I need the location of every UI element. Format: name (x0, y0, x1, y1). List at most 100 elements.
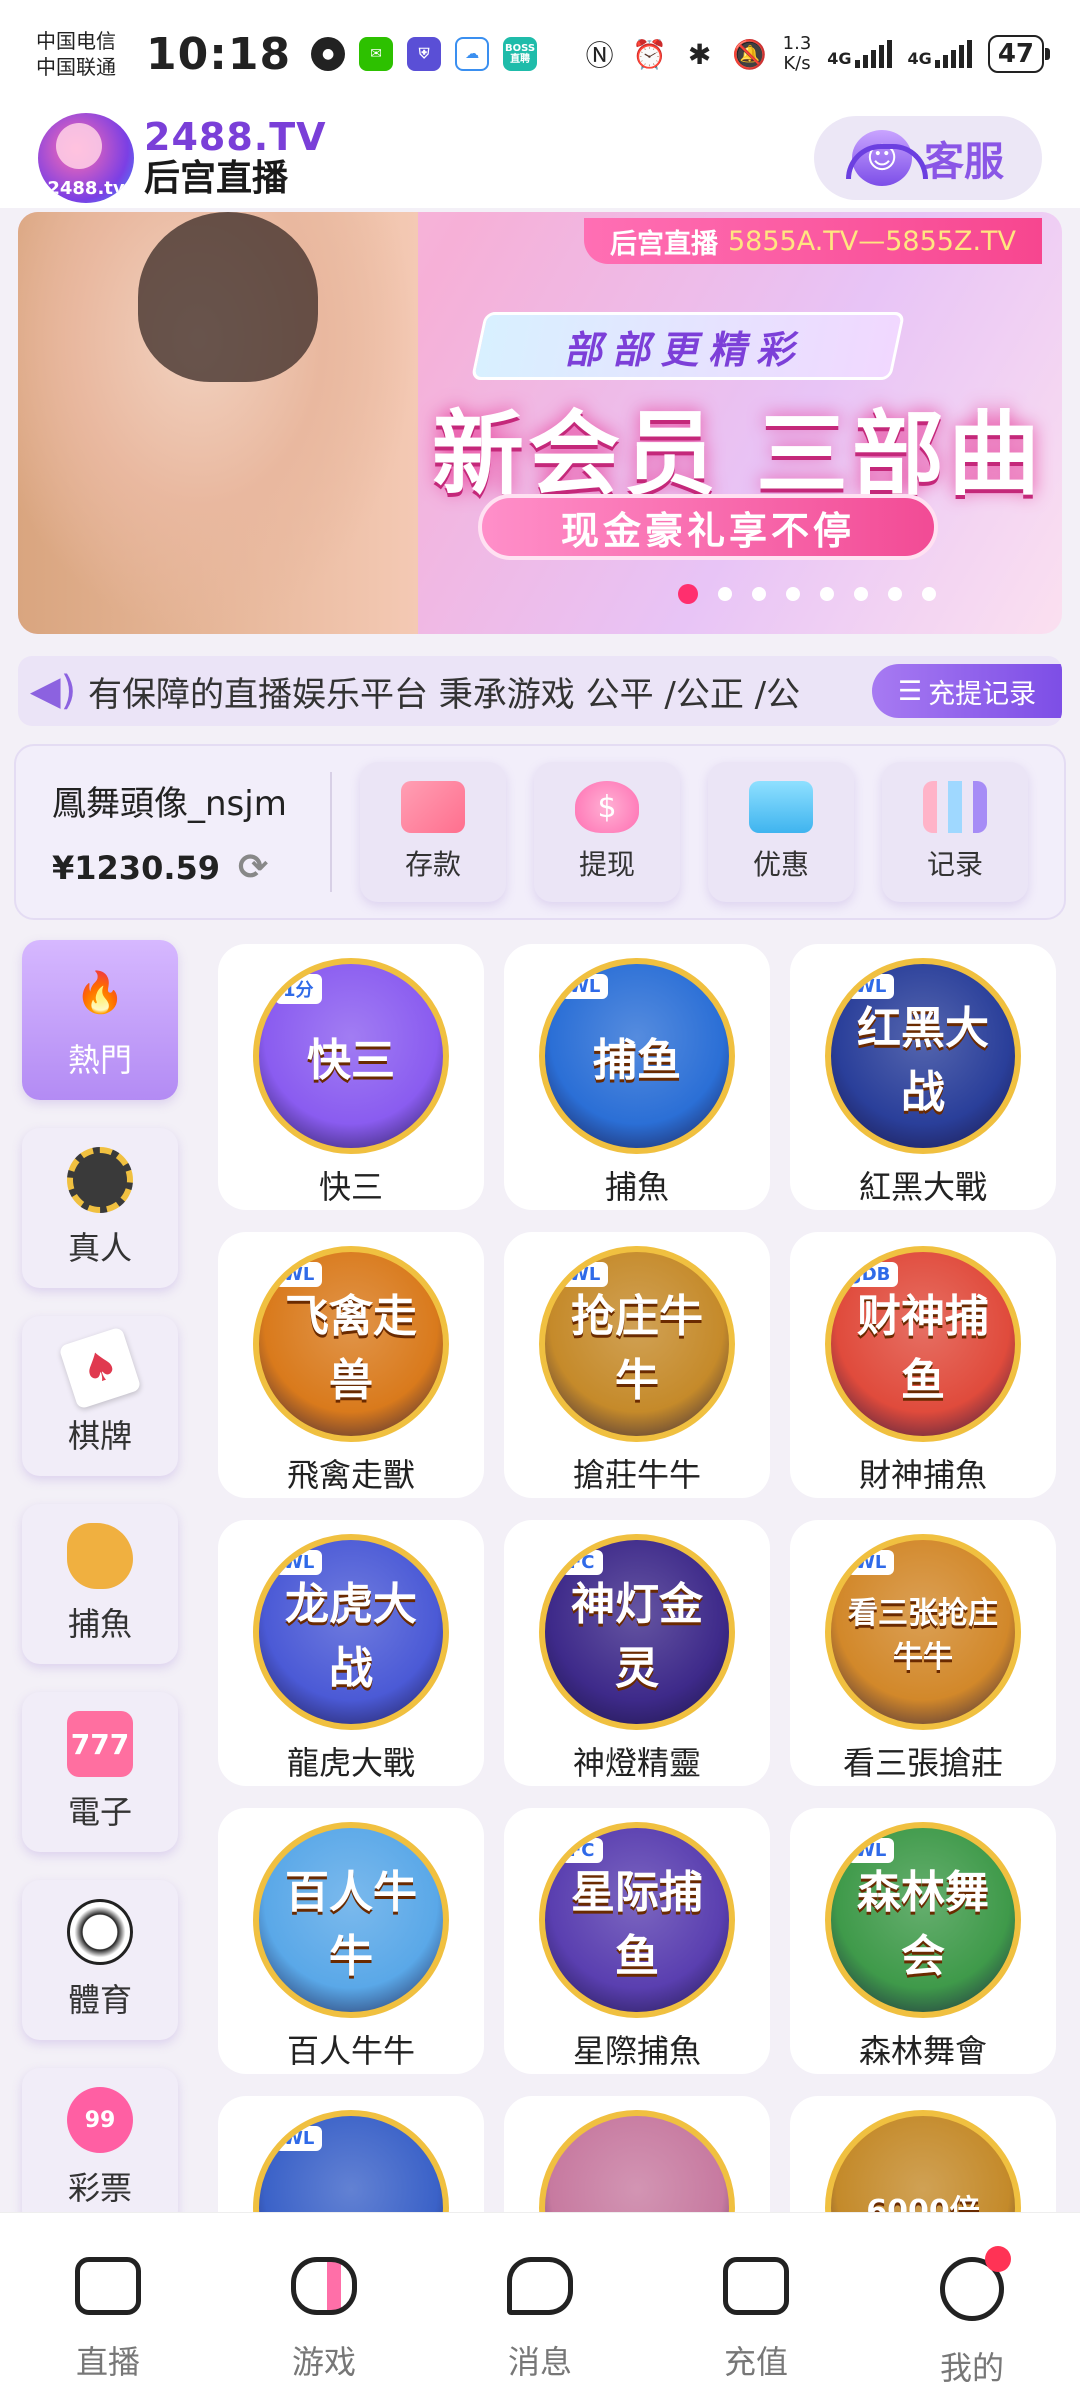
nav-label: 充值 (723, 2343, 788, 2381)
game-name: 神燈精靈 (572, 1744, 701, 1782)
wechat-icon: ✉ (359, 37, 394, 71)
game-icon: WL 森林舞会 (825, 1822, 1021, 2018)
carrier-names: 中国电信 中国联通 (36, 28, 136, 80)
deposit-button[interactable]: 存款 (360, 762, 506, 902)
nav-profile[interactable]: 我的 (864, 2213, 1080, 2400)
banner-dot[interactable] (922, 587, 936, 601)
game-art-text: 捕鱼 (593, 1035, 681, 1086)
money-bag-icon: $ (575, 781, 639, 833)
game-name: 星際捕魚 (572, 2032, 701, 2070)
provider-tag: WL (275, 1550, 323, 1575)
game-icon: 1分 快三 (253, 958, 449, 1154)
category-live[interactable]: 真人 (22, 1128, 178, 1288)
game-tile[interactable]: WL 龙虎大战 龍虎大戰 (218, 1520, 484, 1786)
status-bar: 中国电信 中国联通 10:18 ● ✉ ⛨ ☁ BOSS直聘 Ⓝ ⏰ ✱ 🔕 1… (0, 0, 1080, 108)
game-art-text: 飞禽走兽 (285, 1291, 417, 1406)
banner-url-prefix: 后宫直播 (609, 228, 718, 260)
nav-label: 游戏 (291, 2343, 356, 2381)
banner-dot[interactable] (888, 587, 902, 601)
category-fishing[interactable]: 捕魚 (22, 1504, 178, 1664)
wallet-panel: 鳳舞頭像_nsjm ¥1230.59 ⟳ 存款 $ 提现 优惠 记录 (14, 744, 1066, 920)
game-art-text: 百人牛牛 (285, 1867, 417, 1982)
banner-model-image (18, 212, 418, 634)
announcement-bar[interactable]: ◀) 有保障的直播娱乐平台 秉承游戏 公平 /公正 /公 ☰ 充提记录 (18, 656, 1062, 726)
provider-tag: JDB (847, 1262, 899, 1287)
battery-level: 47 (997, 39, 1034, 69)
banner-dot[interactable] (718, 587, 732, 601)
game-name: 快三 (318, 1168, 383, 1206)
game-tile[interactable]: WL 抢庄牛牛 搶莊牛牛 (504, 1232, 770, 1498)
nav-live[interactable]: 直播 (0, 2213, 216, 2400)
category-label: 棋牌 (67, 1417, 132, 1455)
game-art-text: 红黑大战 (857, 1003, 989, 1118)
nav-messages[interactable]: 消息 (432, 2213, 648, 2400)
records-button[interactable]: 记录 (882, 762, 1028, 902)
speaker-icon: ◀) (29, 668, 77, 714)
wallet-icon (723, 2257, 789, 2315)
banner-pagination[interactable] (678, 584, 936, 604)
category-cards[interactable]: ♠ 棋牌 (22, 1316, 178, 1476)
game-tile[interactable]: WL 森林舞会 森林舞會 (790, 1808, 1056, 2074)
provider-tag: 1分 (275, 974, 322, 1004)
game-tile[interactable]: FC 神灯金灵 神燈精靈 (504, 1520, 770, 1786)
banner-dot[interactable] (786, 587, 800, 601)
category-hot[interactable]: 🔥 熱門 (22, 940, 178, 1100)
system-status-icons: Ⓝ ⏰ ✱ 🔕 1.3 K/s 4G 4G 47 (583, 34, 1051, 74)
promo-button[interactable]: 优惠 (708, 762, 854, 902)
alarm-off-icon: ⏰ (632, 37, 668, 71)
withdraw-button[interactable]: $ 提现 (534, 762, 680, 902)
banner-dot[interactable] (854, 587, 868, 601)
logo-badge-text: 2488.tv (47, 178, 125, 199)
cloud-chat-icon: ☁ (455, 37, 490, 71)
game-tile[interactable]: WL 看三张抢庄牛牛 看三張搶莊 (790, 1520, 1056, 1786)
bluetooth-icon: ✱ (687, 37, 712, 71)
battery-icon: 47 (987, 35, 1051, 73)
category-lottery[interactable]: 99 彩票 (22, 2068, 178, 2228)
flame-icon: 🔥 (75, 969, 125, 1016)
game-tile[interactable]: 百人牛牛 百人牛牛 (218, 1808, 484, 2074)
game-art-text: 抢庄牛牛 (571, 1291, 703, 1406)
game-name: 財神捕魚 (858, 1456, 987, 1494)
customer-service-button[interactable]: ☺ 客服 (814, 116, 1042, 200)
promo-banner[interactable]: 后宫直播 5855A.TV—5855Z.TV 部部更精彩 新会员 三部曲 现金豪… (18, 212, 1062, 634)
category-slots[interactable]: 777 電子 (22, 1692, 178, 1852)
withdraw-label: 提现 (578, 848, 635, 881)
game-icon: WL 红黑大战 (825, 958, 1021, 1154)
mute-icon: 🔕 (732, 37, 768, 71)
net-speed-value: 1.3 (782, 33, 812, 54)
nav-label: 消息 (507, 2343, 572, 2381)
game-tile[interactable]: WL 捕鱼 捕魚 (504, 944, 770, 1210)
category-label: 彩票 (67, 2169, 132, 2207)
banner-dot[interactable] (820, 587, 834, 601)
list-icon: ☰ (897, 675, 923, 707)
game-tile[interactable]: JDB 财神捕鱼 財神捕魚 (790, 1232, 1056, 1498)
deposit-withdraw-record-button[interactable]: ☰ 充提记录 (872, 664, 1062, 718)
nfc-icon: Ⓝ (585, 39, 614, 72)
nav-label: 我的 (939, 2349, 1004, 2387)
game-art-text: 看三张抢庄牛牛 (848, 1596, 998, 1675)
net-type-2: 4G (907, 49, 932, 68)
logo-domain: 2488.TV (144, 115, 327, 159)
game-name: 飛禽走獸 (286, 1456, 415, 1494)
nav-games[interactable]: 游戏 (216, 2213, 432, 2400)
records-label: 记录 (926, 848, 983, 881)
provider-tag: FC (561, 1550, 603, 1575)
logo-icon: 2488.tv (38, 113, 134, 203)
logo-name: 后宫直播 (144, 158, 289, 199)
net-speed: 1.3 K/s (783, 34, 812, 74)
game-tile[interactable]: WL 飞禽走兽 飛禽走獸 (218, 1232, 484, 1498)
game-tile[interactable]: WL 红黑大战 紅黑大戰 (790, 944, 1056, 1210)
account-info: 鳳舞頭像_nsjm ¥1230.59 ⟳ (16, 772, 332, 892)
category-sports[interactable]: 體育 (22, 1880, 178, 2040)
banner-dot[interactable] (752, 587, 766, 601)
category-label: 體育 (67, 1981, 132, 2019)
category-label: 熱門 (67, 1041, 132, 1079)
nav-recharge[interactable]: 充值 (648, 2213, 864, 2400)
banner-dot[interactable] (678, 584, 698, 604)
game-icon: WL 抢庄牛牛 (539, 1246, 735, 1442)
refresh-icon[interactable]: ⟳ (238, 847, 268, 888)
game-tile[interactable]: 1分 快三快三 (218, 944, 484, 1210)
game-tile[interactable]: FC 星际捕鱼 星際捕魚 (504, 1808, 770, 2074)
profile-smile-icon (940, 2246, 1011, 2321)
game-art-text: 星际捕鱼 (571, 1867, 703, 1982)
